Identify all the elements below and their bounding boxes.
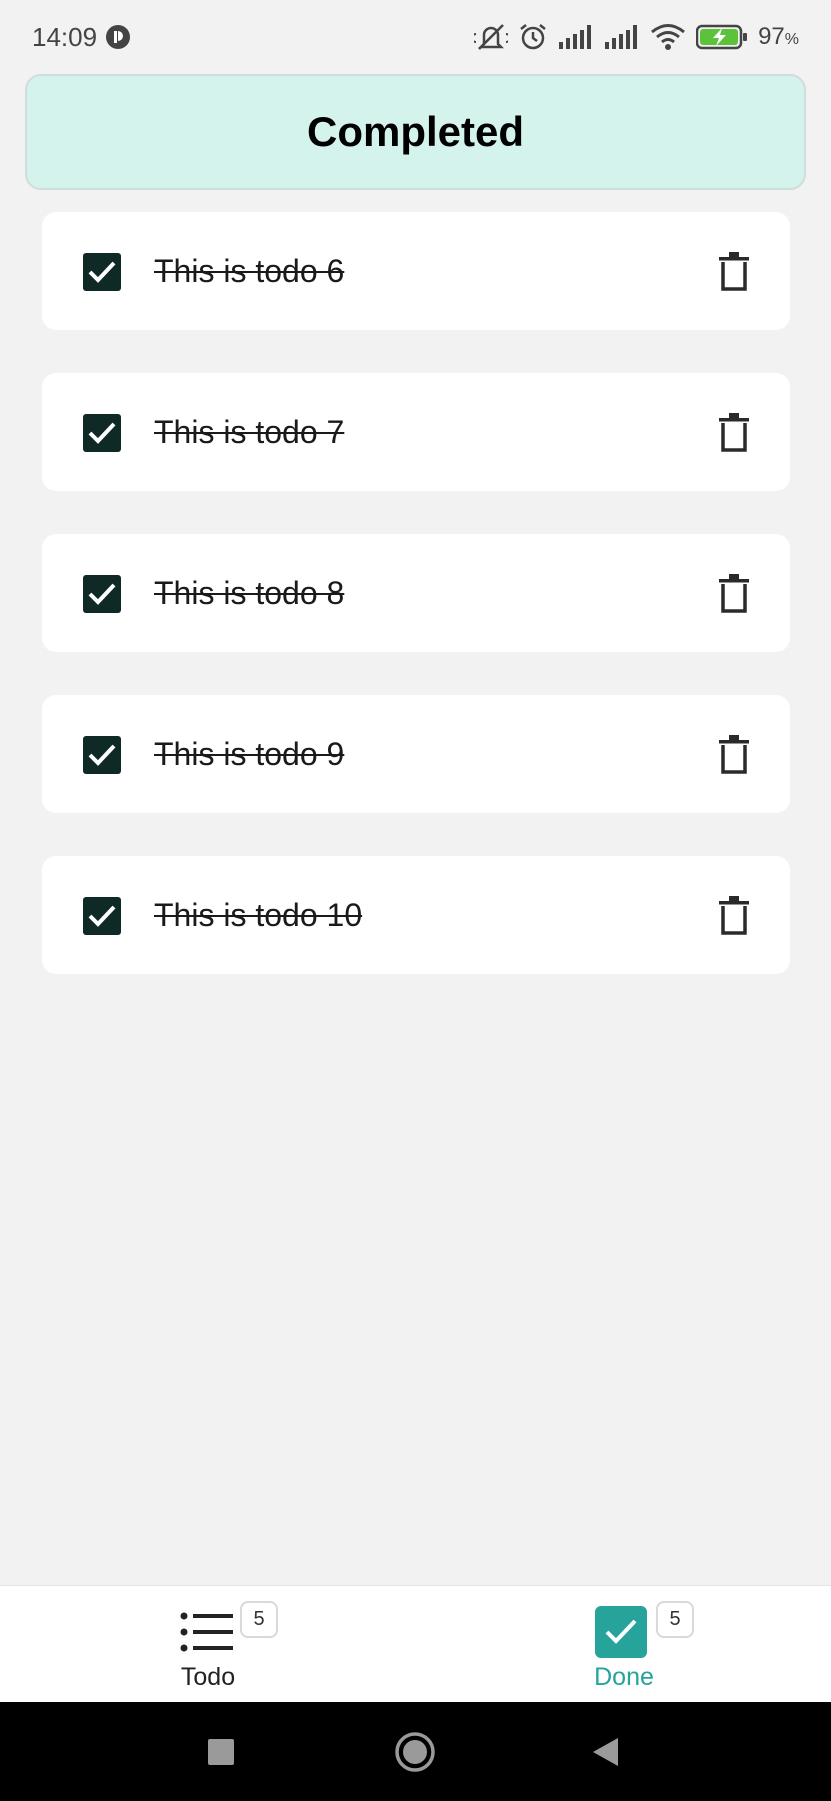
trash-icon[interactable] xyxy=(714,570,754,616)
todo-label: This is todo 6 xyxy=(154,252,345,289)
system-nav-bar xyxy=(0,1702,831,1801)
battery-charging-icon xyxy=(696,24,748,50)
signal-icon xyxy=(558,24,594,50)
signal-icon xyxy=(604,24,640,50)
list-item: This is todo 8 xyxy=(42,534,790,652)
tab-done-label: Done xyxy=(594,1663,654,1691)
todo-label: This is todo 10 xyxy=(154,896,363,933)
tab-todo-label: Todo xyxy=(180,1663,236,1691)
page-header: Completed xyxy=(25,74,806,190)
trash-icon[interactable] xyxy=(714,248,754,294)
checkmark-icon xyxy=(595,1606,647,1658)
home-icon[interactable] xyxy=(390,1702,440,1801)
tab-todo[interactable]: 5 Todo xyxy=(108,1586,308,1703)
battery-percentage: 97% xyxy=(758,23,799,50)
status-right: 97% xyxy=(474,22,799,52)
back-icon[interactable] xyxy=(585,1702,625,1801)
recents-icon[interactable] xyxy=(200,1702,242,1801)
bottom-nav: 5 Todo 5 Done xyxy=(0,1585,831,1702)
todo-count-badge: 5 xyxy=(240,1601,278,1638)
wifi-icon xyxy=(650,23,686,51)
mute-icon xyxy=(474,22,509,52)
list-item: This is todo 9 xyxy=(42,695,790,813)
trash-icon[interactable] xyxy=(714,409,754,455)
trash-icon[interactable] xyxy=(714,731,754,777)
status-left: 14:09 xyxy=(32,22,131,53)
page-title: Completed xyxy=(306,108,524,155)
tab-done[interactable]: 5 Done xyxy=(524,1586,724,1703)
list-item: This is todo 7 xyxy=(42,373,790,491)
trash-icon[interactable] xyxy=(714,892,754,938)
done-count-badge: 5 xyxy=(656,1601,694,1638)
alarm-icon xyxy=(518,22,548,52)
checkbox-checked-icon[interactable] xyxy=(83,575,121,613)
todo-label: This is todo 7 xyxy=(154,413,345,450)
list-icon xyxy=(180,1607,234,1657)
checkbox-checked-icon[interactable] xyxy=(83,736,121,774)
todo-label: This is todo 8 xyxy=(154,574,345,611)
checkbox-checked-icon[interactable] xyxy=(83,414,121,452)
list-item: This is todo 10 xyxy=(42,856,790,974)
checkbox-checked-icon[interactable] xyxy=(83,253,121,291)
app-notification-icon xyxy=(105,24,131,50)
list-item: This is todo 6 xyxy=(42,212,790,330)
status-time: 14:09 xyxy=(32,21,98,52)
status-bar: 14:09 97% xyxy=(0,0,831,74)
checkbox-checked-icon[interactable] xyxy=(83,897,121,935)
todo-label: This is todo 9 xyxy=(154,735,345,772)
todo-list: This is todo 6 This is todo 7 This is to… xyxy=(42,212,790,1017)
